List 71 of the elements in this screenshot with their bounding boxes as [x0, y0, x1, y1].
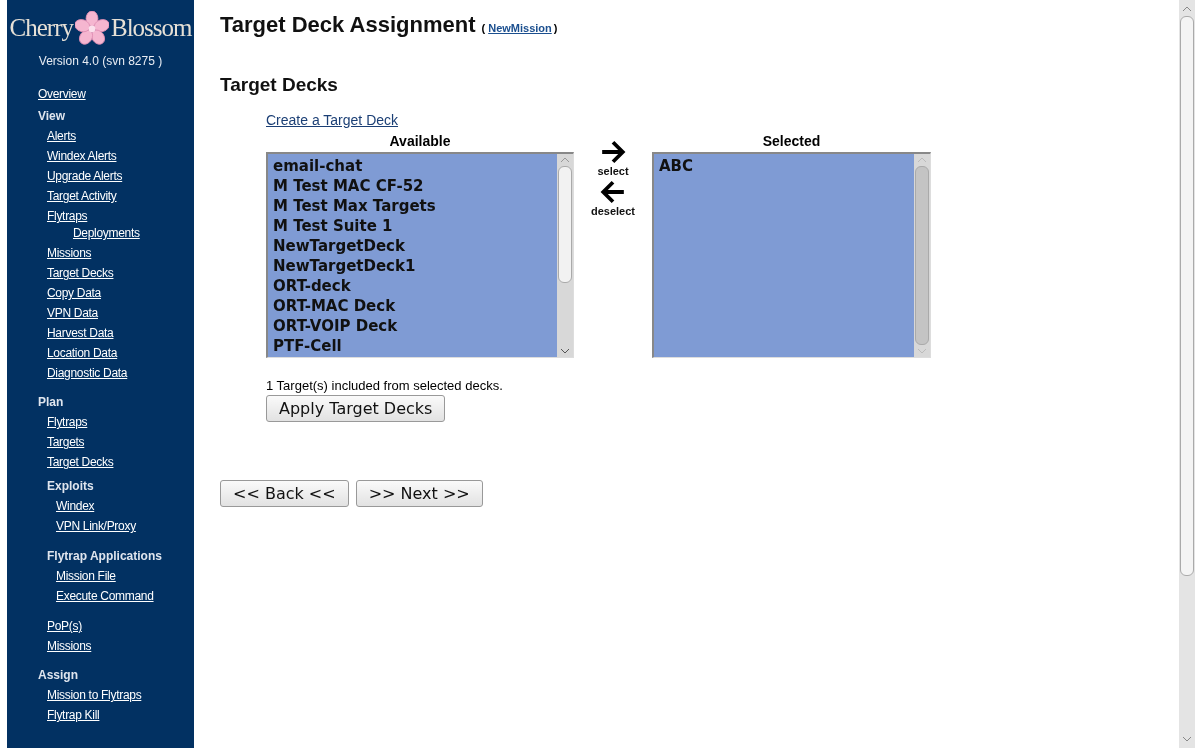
nav-link[interactable]: Flytrap Kill: [47, 705, 100, 725]
left-arrow-icon: [600, 179, 626, 205]
nav-link[interactable]: VPN Data: [47, 303, 98, 323]
nav-link[interactable]: Target Activity: [47, 186, 117, 206]
list-option[interactable]: NewTargetDeck1: [273, 256, 552, 276]
scroll-down-icon[interactable]: [560, 348, 570, 354]
right-arrow-icon: [600, 139, 626, 165]
list-option[interactable]: ABC: [659, 156, 909, 176]
deselect-button[interactable]: deselect: [591, 179, 635, 217]
nav-link[interactable]: Location Data: [47, 343, 118, 363]
select-button[interactable]: select: [597, 139, 629, 177]
nav-link[interactable]: Overview: [38, 84, 86, 104]
nav-link[interactable]: Flytraps: [47, 206, 88, 226]
nav-link[interactable]: Target Decks: [47, 452, 114, 472]
nav-link[interactable]: Windex: [56, 496, 95, 516]
scroll-up-icon[interactable]: [917, 157, 927, 163]
page-title: Target Deck Assignment: [220, 12, 476, 38]
nav-heading: View: [38, 108, 67, 125]
scroll-down-icon[interactable]: [1182, 736, 1192, 742]
logo-text: Blossom: [110, 14, 192, 42]
create-link[interactable]: Create a Target Deck: [266, 112, 399, 128]
nav-heading: Assign: [38, 667, 79, 684]
nav-link[interactable]: Harvest Data: [47, 323, 114, 343]
summary-text: 1 Target(s) included from selected decks.: [266, 378, 504, 393]
nav-link[interactable]: Targets: [47, 432, 85, 452]
page-scrollbar[interactable]: [1179, 0, 1195, 748]
logo-text: Cherry: [9, 14, 73, 42]
nav-link[interactable]: Diagnostic Data: [47, 363, 128, 383]
version-text: Version 4.0 (svn 8275 ): [37, 54, 164, 68]
next-button[interactable]: >> Next >>: [355, 480, 483, 507]
nav-link[interactable]: PoP(s): [47, 616, 82, 636]
paren-text: ): [553, 22, 558, 34]
nav-heading: Plan: [38, 394, 65, 411]
list-option[interactable]: ORT-deck: [273, 276, 552, 296]
nav-link[interactable]: Mission File: [56, 566, 116, 586]
list-option[interactable]: M Test Max Targets: [273, 196, 552, 216]
nav-link[interactable]: Missions: [47, 243, 92, 263]
available-listbox[interactable]: email-chat M Test MAC CF-52 M Test Max Targets M Test Suite 1 NewTargetDeck NewTargetDeck1 ORT-deck ORT-MAC Deck ORT-VOIP Deck PTF-Cell: [266, 152, 574, 358]
list-option[interactable]: PTF-Cell: [273, 336, 552, 356]
nav-link[interactable]: Missions: [47, 636, 92, 656]
scroll-up-icon[interactable]: [560, 157, 570, 163]
nav-heading: Exploits: [47, 478, 95, 495]
apply-button[interactable]: Apply Target Decks: [266, 395, 446, 422]
list-option[interactable]: M Test Suite 1: [273, 216, 552, 236]
nav-link[interactable]: Windex Alerts: [47, 146, 117, 166]
list-option[interactable]: NewTargetDeck: [273, 236, 552, 256]
nav-link[interactable]: Target Decks: [47, 263, 114, 283]
flower-icon: [74, 11, 109, 45]
list-label: Selected: [762, 133, 821, 149]
selected-listbox[interactable]: ABC: [652, 152, 931, 358]
list-option[interactable]: ORT-VOIP Deck: [273, 316, 552, 336]
nav-link[interactable]: Flytraps: [47, 412, 88, 432]
nav-link[interactable]: Alerts: [47, 126, 76, 146]
nav-link[interactable]: Upgrade Alerts: [47, 166, 123, 186]
list-option[interactable]: M Test MAC CF-52: [273, 176, 552, 196]
nav-link[interactable]: Execute Command: [56, 586, 154, 606]
scroll-up-icon[interactable]: [1182, 6, 1192, 12]
scrollbar[interactable]: [557, 154, 573, 357]
list-option[interactable]: email-chat: [273, 156, 552, 176]
list-option[interactable]: ORT-MAC Deck: [273, 296, 552, 316]
nav-link[interactable]: Copy Data: [47, 283, 101, 303]
mission-link[interactable]: NewMission: [488, 22, 552, 34]
nav-link[interactable]: VPN Link/Proxy: [56, 516, 136, 536]
nav-link[interactable]: Deployments: [73, 223, 140, 243]
nav-link[interactable]: Mission to Flytraps: [47, 685, 142, 705]
list-label: Available: [389, 133, 451, 149]
paren-text: (: [481, 22, 486, 34]
scrollbar[interactable]: [914, 154, 930, 357]
section-title: Target Decks: [220, 74, 339, 96]
back-button[interactable]: << Back <<: [220, 480, 349, 507]
nav-heading: Flytrap Applications: [47, 548, 163, 565]
